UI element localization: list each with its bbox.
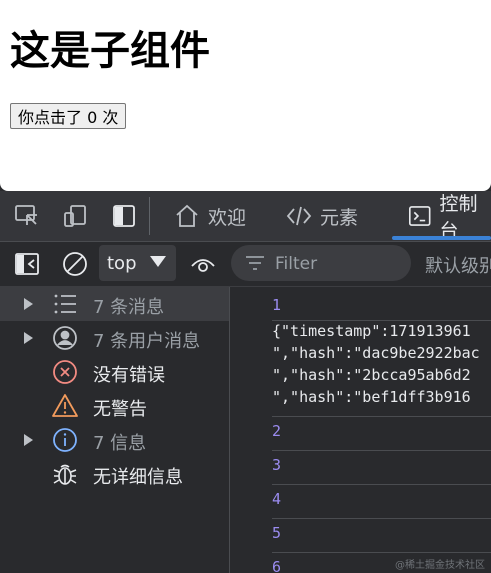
console-row: 2 — [272, 417, 491, 451]
chevron-down-icon — [150, 256, 166, 267]
page-heading: 这是子组件 — [10, 28, 210, 74]
sidebar-item-label: 无警告 — [93, 399, 147, 420]
tab-elements[interactable]: 元素 — [286, 191, 358, 241]
sidebar-item-verbose[interactable]: 无详细信息 — [0, 457, 229, 491]
dock-sidebar-icon[interactable] — [111, 203, 137, 229]
list-icon — [54, 294, 76, 314]
active-tab-indicator — [392, 236, 491, 240]
expand-triangle-icon[interactable] — [24, 298, 33, 310]
sidebar-item-label: 无详细信息 — [93, 467, 183, 488]
inspect-element-icon[interactable] — [14, 203, 40, 229]
sidebar-item-label: 7 条消息 — [93, 297, 165, 318]
warning-icon — [52, 394, 78, 417]
tab-elements-label: 元素 — [320, 206, 359, 229]
code-icon — [286, 206, 312, 226]
line-number[interactable]: 5 — [272, 524, 281, 542]
console-row: 4 — [272, 485, 491, 519]
log-line: ","hash":"dac9be2922bac — [272, 344, 480, 362]
console-row: 3 — [272, 451, 491, 485]
tabbar-divider — [149, 197, 150, 235]
line-number[interactable]: 3 — [272, 456, 281, 474]
log-line: ","hash":"bef1dff3b916 — [272, 388, 471, 406]
bug-icon — [53, 464, 77, 485]
expand-triangle-icon[interactable] — [24, 434, 33, 446]
log-line: ","hash":"2bcca95ab6d2 — [272, 366, 471, 384]
clear-console-icon[interactable] — [62, 251, 88, 277]
filter-box[interactable] — [231, 245, 411, 281]
info-icon — [53, 428, 77, 452]
home-icon — [176, 204, 198, 227]
sidebar-item-label: 没有错误 — [93, 365, 165, 386]
live-expression-eye-icon[interactable] — [190, 251, 216, 277]
console-icon — [408, 206, 431, 226]
log-line: {"timestamp":171913961 — [272, 322, 471, 340]
context-selector-value: top — [107, 252, 137, 274]
console-log-entry[interactable]: {"timestamp":171913961 ","hash":"dac9be2… — [272, 320, 491, 417]
line-number[interactable]: 1 — [272, 296, 281, 314]
filter-input[interactable] — [273, 251, 407, 277]
console-sidebar: 7 条消息 7 条用户消息 没有错误 无警告 7 信息 无详细信息 — [0, 287, 230, 573]
sidebar-item-messages[interactable]: 7 条消息 — [0, 287, 229, 321]
console-row: 5 — [272, 519, 491, 553]
page-viewport: 这是子组件 你点击了 0 次 — [0, 0, 491, 191]
sidebar-item-warnings[interactable]: 无警告 — [0, 389, 229, 423]
devtools-panel: 欢迎 元素 控制台 top Filter 默认级别 7 条消息 7 条用户消息 … — [0, 191, 491, 573]
console-output[interactable]: 1 {"timestamp":171913961 ","hash":"dac9b… — [230, 287, 491, 573]
context-selector[interactable]: top — [99, 245, 176, 281]
tab-welcome-label: 欢迎 — [208, 206, 247, 229]
tab-welcome[interactable]: 欢迎 — [174, 191, 246, 241]
log-levels-dropdown[interactable]: 默认级别 — [425, 252, 491, 278]
sidebar-item-info[interactable]: 7 信息 — [0, 423, 229, 457]
sidebar-item-errors[interactable]: 没有错误 — [0, 355, 229, 389]
expand-triangle-icon[interactable] — [24, 332, 33, 344]
show-sidebar-icon[interactable] — [14, 251, 40, 277]
user-icon — [53, 326, 77, 350]
watermark: @稀土掘金技术社区 — [395, 560, 485, 571]
device-emulation-icon[interactable] — [62, 203, 88, 229]
console-row: 1 — [272, 287, 491, 321]
line-number[interactable]: 4 — [272, 490, 281, 508]
sidebar-item-label: 7 信息 — [93, 433, 147, 454]
tab-console[interactable]: 控制台 — [408, 191, 491, 242]
sidebar-item-label: 7 条用户消息 — [93, 331, 201, 352]
console-toolbar: top 默认级别 — [0, 242, 491, 287]
tab-console-label: 控制台 — [439, 193, 478, 242]
filter-icon — [246, 256, 264, 270]
devtools-tabbar: 欢迎 元素 控制台 — [0, 191, 491, 242]
click-counter-button[interactable]: 你点击了 0 次 — [10, 103, 127, 129]
sidebar-item-user-messages[interactable]: 7 条用户消息 — [0, 321, 229, 355]
error-icon — [53, 360, 77, 384]
line-number[interactable]: 2 — [272, 422, 281, 440]
line-number[interactable]: 6 — [272, 558, 281, 573]
